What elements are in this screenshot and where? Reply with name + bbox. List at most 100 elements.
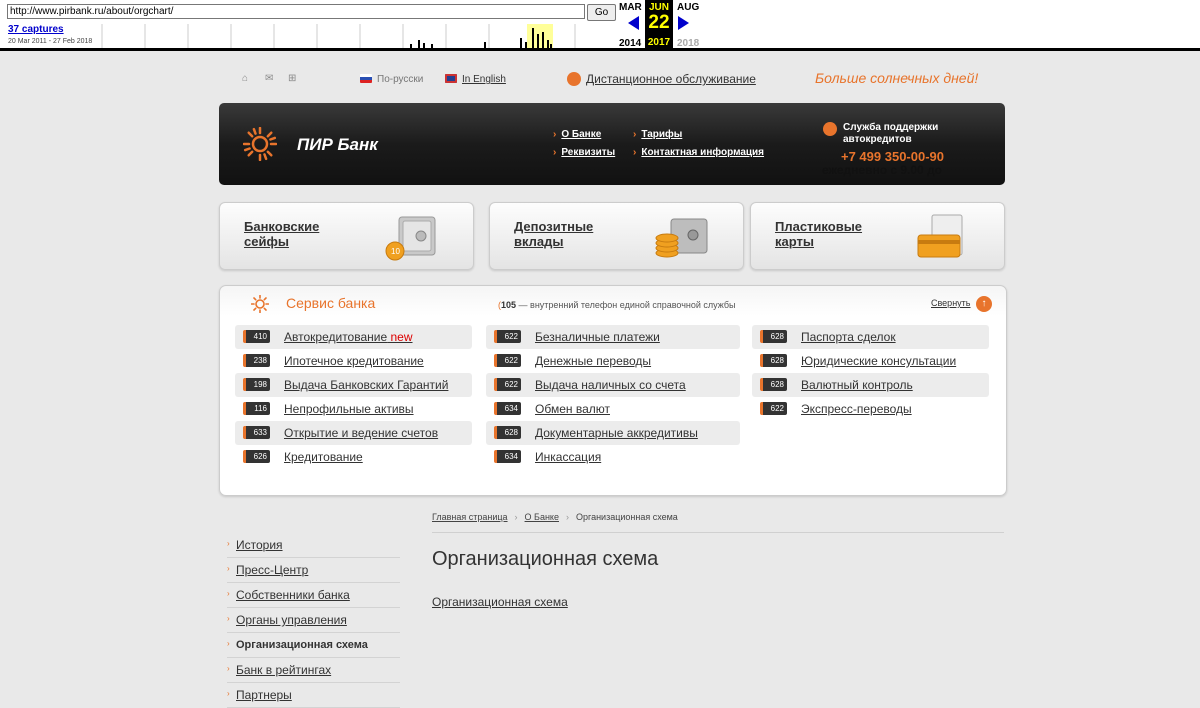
service-link[interactable]: Экспресс-переводы: [801, 402, 912, 416]
chevron-right-icon: ›: [227, 589, 230, 598]
ext-badge: 622: [760, 402, 787, 415]
tile-cards-line1[interactable]: Пластиковые: [775, 219, 862, 234]
remote-service-link[interactable]: Дистанционное обслуживание: [567, 72, 756, 86]
nav-contacts[interactable]: › Контактная информация: [633, 147, 764, 158]
service-link[interactable]: Безналичные платежи: [535, 330, 660, 344]
wayback-prev-month[interactable]: MAR: [619, 2, 642, 13]
sidebar-item-owners[interactable]: › Собственники банка: [227, 583, 400, 608]
sidebar-item-history[interactable]: › История: [227, 533, 400, 558]
service-link[interactable]: Валютный контроль: [801, 378, 913, 392]
sidebar-item-press[interactable]: › Пресс-Центр: [227, 558, 400, 583]
nav-requisites[interactable]: › Реквизиты: [553, 147, 615, 158]
service-row[interactable]: 622 Безналичные платежи: [486, 325, 740, 349]
tile-deposits-line1[interactable]: Депозитные: [514, 219, 593, 234]
service-link[interactable]: Ипотечное кредитование: [284, 354, 424, 368]
service-link[interactable]: Непрофильные активы: [284, 402, 414, 416]
wayback-url-input[interactable]: http://www.pirbank.ru/about/orgchart/: [7, 4, 585, 19]
wayback-captures-link[interactable]: 37 captures: [8, 24, 64, 35]
tile-safes-line2[interactable]: сейфы: [244, 234, 319, 249]
sidebar-item-partners[interactable]: › Партнеры: [227, 683, 400, 708]
sidebar-item-label[interactable]: Собственники банка: [236, 588, 350, 602]
service-link[interactable]: Юридические консультации: [801, 354, 956, 368]
nav-requisites-label[interactable]: Реквизиты: [561, 147, 615, 158]
tile-deposits[interactable]: Депозитные вклады: [489, 202, 744, 270]
tile-safes-label[interactable]: Банковские сейфы: [244, 219, 319, 249]
tile-deposits-line2[interactable]: вклады: [514, 234, 593, 249]
wayback-next-month[interactable]: AUG: [677, 2, 699, 13]
service-row[interactable]: 628 Паспорта сделок: [752, 325, 989, 349]
breadcrumb-home[interactable]: Главная страница: [432, 512, 508, 522]
orgchart-link[interactable]: Организационная схема: [432, 595, 568, 609]
bullet-icon: ›: [553, 129, 557, 140]
tile-cards-line2[interactable]: карты: [775, 234, 862, 249]
nav-about-label[interactable]: О Банке: [561, 129, 601, 140]
service-row[interactable]: 410 Автокредитование new: [235, 325, 472, 349]
clock-icon: [823, 122, 837, 136]
sun-logo-icon[interactable]: [243, 127, 277, 161]
service-row[interactable]: 628 Юридические консультации: [752, 349, 989, 373]
service-row[interactable]: 116 Непрофильные активы: [235, 397, 472, 421]
collapse-link[interactable]: Свернуть: [931, 298, 970, 308]
sidebar-item-orgchart[interactable]: › Организационная схема: [227, 633, 400, 658]
sitemap-icon[interactable]: ⊞: [288, 73, 296, 84]
service-row[interactable]: 628 Валютный контроль: [752, 373, 989, 397]
tile-cards-label[interactable]: Пластиковые карты: [775, 219, 862, 249]
service-row[interactable]: 634 Обмен валют: [486, 397, 740, 421]
service-link[interactable]: Паспорта сделок: [801, 330, 896, 344]
sidebar-item-label[interactable]: Организационная схема: [236, 639, 368, 651]
service-row[interactable]: 622 Экспресс-переводы: [752, 397, 989, 421]
service-row[interactable]: 634 Инкассация: [486, 445, 740, 469]
service-link[interactable]: Кредитование: [284, 450, 363, 464]
service-link[interactable]: Автокредитование new: [284, 330, 413, 344]
tile-safes[interactable]: Банковские сейфы 10: [219, 202, 474, 270]
nav-contacts-label[interactable]: Контактная информация: [641, 147, 764, 158]
service-link[interactable]: Выдача Банковских Гарантий: [284, 378, 448, 392]
sidebar-item-label[interactable]: Органы управления: [236, 613, 347, 627]
lang-en-label[interactable]: In English: [462, 74, 506, 85]
chevron-right-icon: ›: [227, 614, 230, 623]
lang-en[interactable]: In English: [445, 74, 506, 85]
service-link[interactable]: Денежные переводы: [535, 354, 651, 368]
service-link-text[interactable]: Автокредитование: [284, 330, 387, 344]
wayback-prev-arrow[interactable]: [628, 16, 639, 30]
service-link[interactable]: Инкассация: [535, 450, 601, 464]
sidebar-item-management[interactable]: › Органы управления: [227, 608, 400, 633]
nav-tariffs[interactable]: › Тарифы: [633, 129, 682, 140]
nav-about[interactable]: › О Банке: [553, 129, 601, 140]
sidebar-item-label[interactable]: История: [236, 538, 283, 552]
wayback-prev-year[interactable]: 2014: [619, 38, 641, 49]
sidebar-item-label[interactable]: Партнеры: [236, 688, 292, 702]
tile-safes-line1[interactable]: Банковские: [244, 219, 319, 234]
ext-badge: 628: [760, 378, 787, 391]
service-row[interactable]: 622 Денежные переводы: [486, 349, 740, 373]
service-row[interactable]: 238 Ипотечное кредитование: [235, 349, 472, 373]
sidebar-item-ratings[interactable]: › Банк в рейтингах: [227, 658, 400, 683]
service-link[interactable]: Обмен валют: [535, 402, 610, 416]
service-link[interactable]: Выдача наличных со счета: [535, 378, 686, 392]
tile-deposits-label[interactable]: Депозитные вклады: [514, 219, 593, 249]
remote-service-label[interactable]: Дистанционное обслуживание: [586, 72, 756, 86]
service-link[interactable]: Открытие и ведение счетов: [284, 426, 438, 440]
wayback-go-button[interactable]: Go: [587, 4, 616, 21]
collapse-arrow-icon[interactable]: ↑: [976, 296, 992, 312]
service-row[interactable]: 622 Выдача наличных со счета: [486, 373, 740, 397]
divider: [432, 532, 1004, 533]
sidebar-item-label[interactable]: Банк в рейтингах: [236, 663, 331, 677]
sidebar-item-label[interactable]: Пресс-Центр: [236, 563, 308, 577]
wayback-sparkline[interactable]: [100, 24, 615, 48]
breadcrumb-about[interactable]: О Банке: [525, 512, 559, 522]
vault-coins-icon: [655, 218, 708, 258]
logo-text[interactable]: ПИР Банк: [297, 135, 378, 155]
service-row[interactable]: 626 Кредитование: [235, 445, 472, 469]
nav-tariffs-label[interactable]: Тарифы: [641, 129, 682, 140]
ext-badge: 622: [494, 378, 521, 391]
home-icon[interactable]: ⌂: [242, 73, 248, 84]
wayback-next-arrow[interactable]: [678, 16, 689, 30]
mail-icon[interactable]: ✉: [265, 73, 273, 84]
service-row[interactable]: 633 Открытие и ведение счетов: [235, 421, 472, 445]
chevron-right-icon: ›: [227, 689, 230, 698]
tile-cards[interactable]: Пластиковые карты: [750, 202, 1005, 270]
service-row[interactable]: 628 Документарные аккредитивы: [486, 421, 740, 445]
service-row[interactable]: 198 Выдача Банковских Гарантий: [235, 373, 472, 397]
service-link[interactable]: Документарные аккредитивы: [535, 426, 698, 440]
